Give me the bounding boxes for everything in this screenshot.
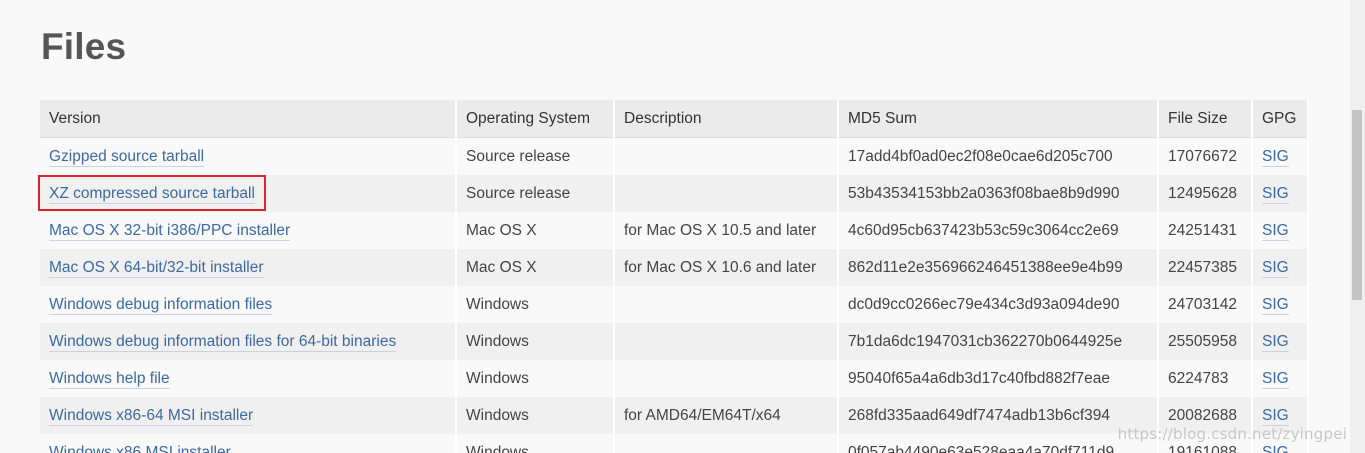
files-table: Version Operating System Description MD5… xyxy=(40,100,1309,453)
gpg-cell: SIG xyxy=(1252,137,1309,175)
gpg-cell: SIG xyxy=(1252,360,1309,397)
md5-cell: 862d11e2e356966246451388ee9e4b99 xyxy=(838,249,1159,286)
sig-link[interactable]: SIG xyxy=(1262,295,1289,315)
os-cell: Source release xyxy=(456,175,615,212)
gpg-cell: SIG xyxy=(1252,212,1309,249)
version-link[interactable]: Windows x86 MSI installer xyxy=(49,443,231,453)
table-row: Mac OS X 32-bit i386/PPC installer Mac O… xyxy=(40,212,1309,249)
version-cell: Windows x86-64 MSI installer xyxy=(40,397,457,434)
os-cell: Windows xyxy=(456,323,615,360)
sig-link[interactable]: SIG xyxy=(1262,369,1289,389)
description-cell xyxy=(614,286,839,323)
sig-link[interactable]: SIG xyxy=(1262,184,1289,204)
description-cell: for AMD64/EM64T/x64 xyxy=(614,397,839,434)
version-cell: Mac OS X 32-bit i386/PPC installer xyxy=(40,212,457,249)
gpg-cell: SIG xyxy=(1252,249,1309,286)
version-cell: Gzipped source tarball xyxy=(40,137,457,175)
header-description: Description xyxy=(614,100,839,138)
table-row: Windows debug information files Windows … xyxy=(40,286,1309,323)
version-link[interactable]: Gzipped source tarball xyxy=(49,147,205,167)
header-file-size: File Size xyxy=(1158,100,1253,138)
description-cell: for Mac OS X 10.5 and later xyxy=(614,212,839,249)
file-size-cell: 25505958 xyxy=(1158,323,1253,360)
table-row: Windows help file Windows 95040f65a4a6db… xyxy=(40,360,1309,397)
table-row: Windows debug information files for 64-b… xyxy=(40,323,1309,360)
version-cell: Mac OS X 64-bit/32-bit installer xyxy=(40,249,457,286)
gpg-cell: SIG xyxy=(1252,323,1309,360)
version-link[interactable]: XZ compressed source tarball xyxy=(49,184,255,204)
file-size-cell: 24703142 xyxy=(1158,286,1253,323)
sig-link[interactable]: SIG xyxy=(1262,221,1289,241)
sig-link[interactable]: SIG xyxy=(1262,443,1289,453)
os-cell: Mac OS X xyxy=(456,212,615,249)
md5-cell: 7b1da6dc1947031cb362270b0644925e xyxy=(838,323,1159,360)
version-link[interactable]: Mac OS X 64-bit/32-bit installer xyxy=(49,258,264,278)
description-cell xyxy=(614,175,839,212)
os-cell: Windows xyxy=(456,397,615,434)
gpg-cell: SIG xyxy=(1252,286,1309,323)
os-cell: Source release xyxy=(456,137,615,175)
os-cell: Mac OS X xyxy=(456,249,615,286)
version-cell: XZ compressed source tarball xyxy=(40,175,457,212)
md5-cell: 0f057ab4490e63e528eaa4a70df711d9 xyxy=(838,434,1159,453)
description-cell xyxy=(614,137,839,175)
table-row: Mac OS X 64-bit/32-bit installer Mac OS … xyxy=(40,249,1309,286)
os-cell: Windows xyxy=(456,286,615,323)
version-cell: Windows debug information files xyxy=(40,286,457,323)
version-link[interactable]: Mac OS X 32-bit i386/PPC installer xyxy=(49,221,291,241)
watermark-text: https://blog.csdn.net/zyingpei xyxy=(1117,425,1347,443)
md5-cell: 4c60d95cb637423b53c59c3064cc2e69 xyxy=(838,212,1159,249)
page-title: Files xyxy=(41,26,127,67)
version-cell: Windows debug information files for 64-b… xyxy=(40,323,457,360)
file-size-cell: 22457385 xyxy=(1158,249,1253,286)
version-link[interactable]: Windows help file xyxy=(49,369,170,389)
description-cell xyxy=(614,323,839,360)
md5-cell: dc0d9cc0266ec79e434c3d93a094de90 xyxy=(838,286,1159,323)
header-version: Version xyxy=(40,100,457,138)
file-size-cell: 24251431 xyxy=(1158,212,1253,249)
scrollbar-thumb[interactable] xyxy=(1352,110,1362,300)
version-link[interactable]: Windows x86-64 MSI installer xyxy=(49,406,254,426)
table-header-row: Version Operating System Description MD5… xyxy=(40,100,1309,138)
md5-cell: 17add4bf0ad0ec2f08e0cae6d205c700 xyxy=(838,137,1159,175)
md5-cell: 95040f65a4a6db3d17c40fbd882f7eae xyxy=(838,360,1159,397)
table-row: XZ compressed source tarball Source rele… xyxy=(40,175,1309,212)
version-link[interactable]: Windows debug information files xyxy=(49,295,273,315)
header-md5-sum: MD5 Sum xyxy=(838,100,1159,138)
description-cell: for Mac OS X 10.6 and later xyxy=(614,249,839,286)
sig-link[interactable]: SIG xyxy=(1262,258,1289,278)
os-cell: Windows xyxy=(456,434,615,453)
sig-link[interactable]: SIG xyxy=(1262,406,1289,426)
page: Files Version Operating System Descripti… xyxy=(0,0,1365,453)
vertical-scrollbar[interactable] xyxy=(1350,0,1365,453)
md5-cell: 53b43534153bb2a0363f08bae8b9d990 xyxy=(838,175,1159,212)
file-size-cell: 6224783 xyxy=(1158,360,1253,397)
header-gpg: GPG xyxy=(1252,100,1309,138)
os-cell: Windows xyxy=(456,360,615,397)
header-operating-system: Operating System xyxy=(456,100,615,138)
sig-link[interactable]: SIG xyxy=(1262,147,1289,167)
file-size-cell: 17076672 xyxy=(1158,137,1253,175)
version-link[interactable]: Windows debug information files for 64-b… xyxy=(49,332,397,352)
version-cell: Windows help file xyxy=(40,360,457,397)
gpg-cell: SIG xyxy=(1252,175,1309,212)
version-cell: Windows x86 MSI installer xyxy=(40,434,457,453)
description-cell xyxy=(614,360,839,397)
table-row: Gzipped source tarball Source release 17… xyxy=(40,137,1309,175)
description-cell xyxy=(614,434,839,453)
md5-cell: 268fd335aad649df7474adb13b6cf394 xyxy=(838,397,1159,434)
sig-link[interactable]: SIG xyxy=(1262,332,1289,352)
file-size-cell: 12495628 xyxy=(1158,175,1253,212)
